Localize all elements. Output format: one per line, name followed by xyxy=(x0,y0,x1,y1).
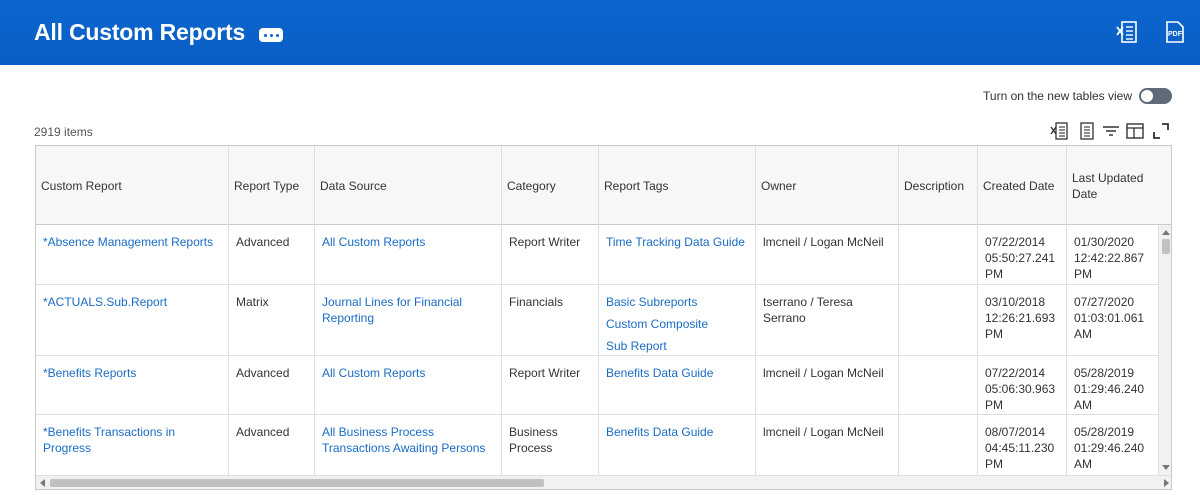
export-excel-icon[interactable] xyxy=(1116,20,1138,44)
created-date-cell: 03/10/2018 12:26:21.693 PM xyxy=(978,285,1067,355)
horizontal-scrollbar[interactable] xyxy=(36,475,1171,489)
created-date-cell: 07/22/2014 05:06:30.963 PM xyxy=(978,356,1067,414)
report-tag-link[interactable]: Benefits Data Guide xyxy=(606,424,748,440)
custom-report-link[interactable]: *ACTUALS.Sub.Report xyxy=(43,294,221,310)
column-header-custom-report[interactable]: Custom Report xyxy=(36,146,229,225)
owner-cell: lmcneil / Logan McNeil xyxy=(756,356,899,414)
table-row: *Benefits Reports Advanced All Custom Re… xyxy=(36,356,1158,415)
created-date-cell: 07/22/2014 05:50:27.241 PM xyxy=(978,225,1067,284)
report-tag-link[interactable]: Time Tracking Data Guide xyxy=(606,234,748,250)
toggle-knob xyxy=(1141,90,1153,102)
vertical-scroll-thumb[interactable] xyxy=(1162,239,1170,254)
category-cell: Financials xyxy=(502,285,599,355)
fullscreen-icon[interactable] xyxy=(1152,122,1170,140)
column-header-last-updated-date[interactable]: Last Updated Date xyxy=(1067,146,1171,225)
owner-cell: lmcneil / Logan McNeil xyxy=(756,225,899,284)
report-type-cell: Advanced xyxy=(229,225,315,284)
column-header-report-type[interactable]: Report Type xyxy=(229,146,315,225)
description-cell xyxy=(899,225,978,284)
scroll-up-arrow-icon[interactable] xyxy=(1162,230,1170,235)
page-header: All Custom Reports PDF xyxy=(0,0,1200,65)
view-details-icon[interactable] xyxy=(1078,122,1096,140)
last-updated-date-cell: 01/30/2020 12:42:22.867 PM xyxy=(1074,235,1145,281)
column-header-description[interactable]: Description xyxy=(899,146,978,225)
table-row: *ACTUALS.Sub.Report Matrix Journal Lines… xyxy=(36,285,1158,356)
items-count: 2919 items xyxy=(34,125,93,139)
report-tag-link[interactable]: Benefits Data Guide xyxy=(606,365,748,381)
related-actions-icon[interactable] xyxy=(259,28,283,42)
last-updated-date-cell: 05/28/2019 01:29:46.240 AM xyxy=(1074,366,1145,412)
report-tag-link[interactable]: Custom Composite xyxy=(606,316,748,332)
data-source-link[interactable]: All Custom Reports xyxy=(322,234,494,250)
column-header-report-tags[interactable]: Report Tags xyxy=(599,146,756,225)
custom-report-link[interactable]: *Benefits Transactions in Progress xyxy=(43,424,221,456)
excel-export-icon[interactable] xyxy=(1050,122,1068,140)
data-source-link[interactable]: Journal Lines for Financial Reporting xyxy=(322,294,494,326)
columns-icon[interactable] xyxy=(1126,122,1144,140)
new-tables-view-label: Turn on the new tables view xyxy=(983,89,1132,103)
table-row: *Absence Management Reports Advanced All… xyxy=(36,225,1158,285)
custom-reports-grid: Custom Report Report Type Data Source Ca… xyxy=(35,145,1172,490)
scroll-right-arrow-icon[interactable] xyxy=(1164,479,1169,487)
scroll-left-arrow-icon[interactable] xyxy=(40,479,45,487)
category-cell: Report Writer xyxy=(502,225,599,284)
column-header-created-date[interactable]: Created Date xyxy=(978,146,1067,225)
export-pdf-icon[interactable]: PDF xyxy=(1164,20,1186,44)
owner-cell: tserrano / Teresa Serrano xyxy=(756,285,899,355)
report-tag-link[interactable]: Basic Subreports xyxy=(606,294,748,310)
description-cell xyxy=(899,285,978,355)
category-cell: Report Writer xyxy=(502,356,599,414)
column-header-data-source[interactable]: Data Source xyxy=(315,146,502,225)
report-type-cell: Matrix xyxy=(229,285,315,355)
new-tables-view-toggle[interactable] xyxy=(1139,88,1172,104)
scroll-down-arrow-icon[interactable] xyxy=(1162,465,1170,470)
report-type-cell: Advanced xyxy=(229,356,315,414)
pdf-icon-label: PDF xyxy=(1168,31,1183,38)
filter-icon[interactable] xyxy=(1102,122,1120,140)
vertical-scrollbar[interactable] xyxy=(1158,225,1171,475)
data-source-link[interactable]: All Business Process Transactions Awaiti… xyxy=(322,424,494,456)
page-title: All Custom Reports xyxy=(34,19,246,45)
horizontal-scroll-thumb[interactable] xyxy=(50,479,544,487)
report-tag-link[interactable]: Sub Report xyxy=(606,338,748,354)
custom-report-link[interactable]: *Benefits Reports xyxy=(43,365,221,381)
last-updated-date-cell: 07/27/2020 01:03:01.061 AM xyxy=(1074,295,1145,341)
grid-header: Custom Report Report Type Data Source Ca… xyxy=(36,146,1171,225)
data-source-link[interactable]: All Custom Reports xyxy=(322,365,494,381)
column-header-owner[interactable]: Owner xyxy=(756,146,899,225)
description-cell xyxy=(899,356,978,414)
custom-report-link[interactable]: *Absence Management Reports xyxy=(43,234,221,250)
column-header-category[interactable]: Category xyxy=(502,146,599,225)
